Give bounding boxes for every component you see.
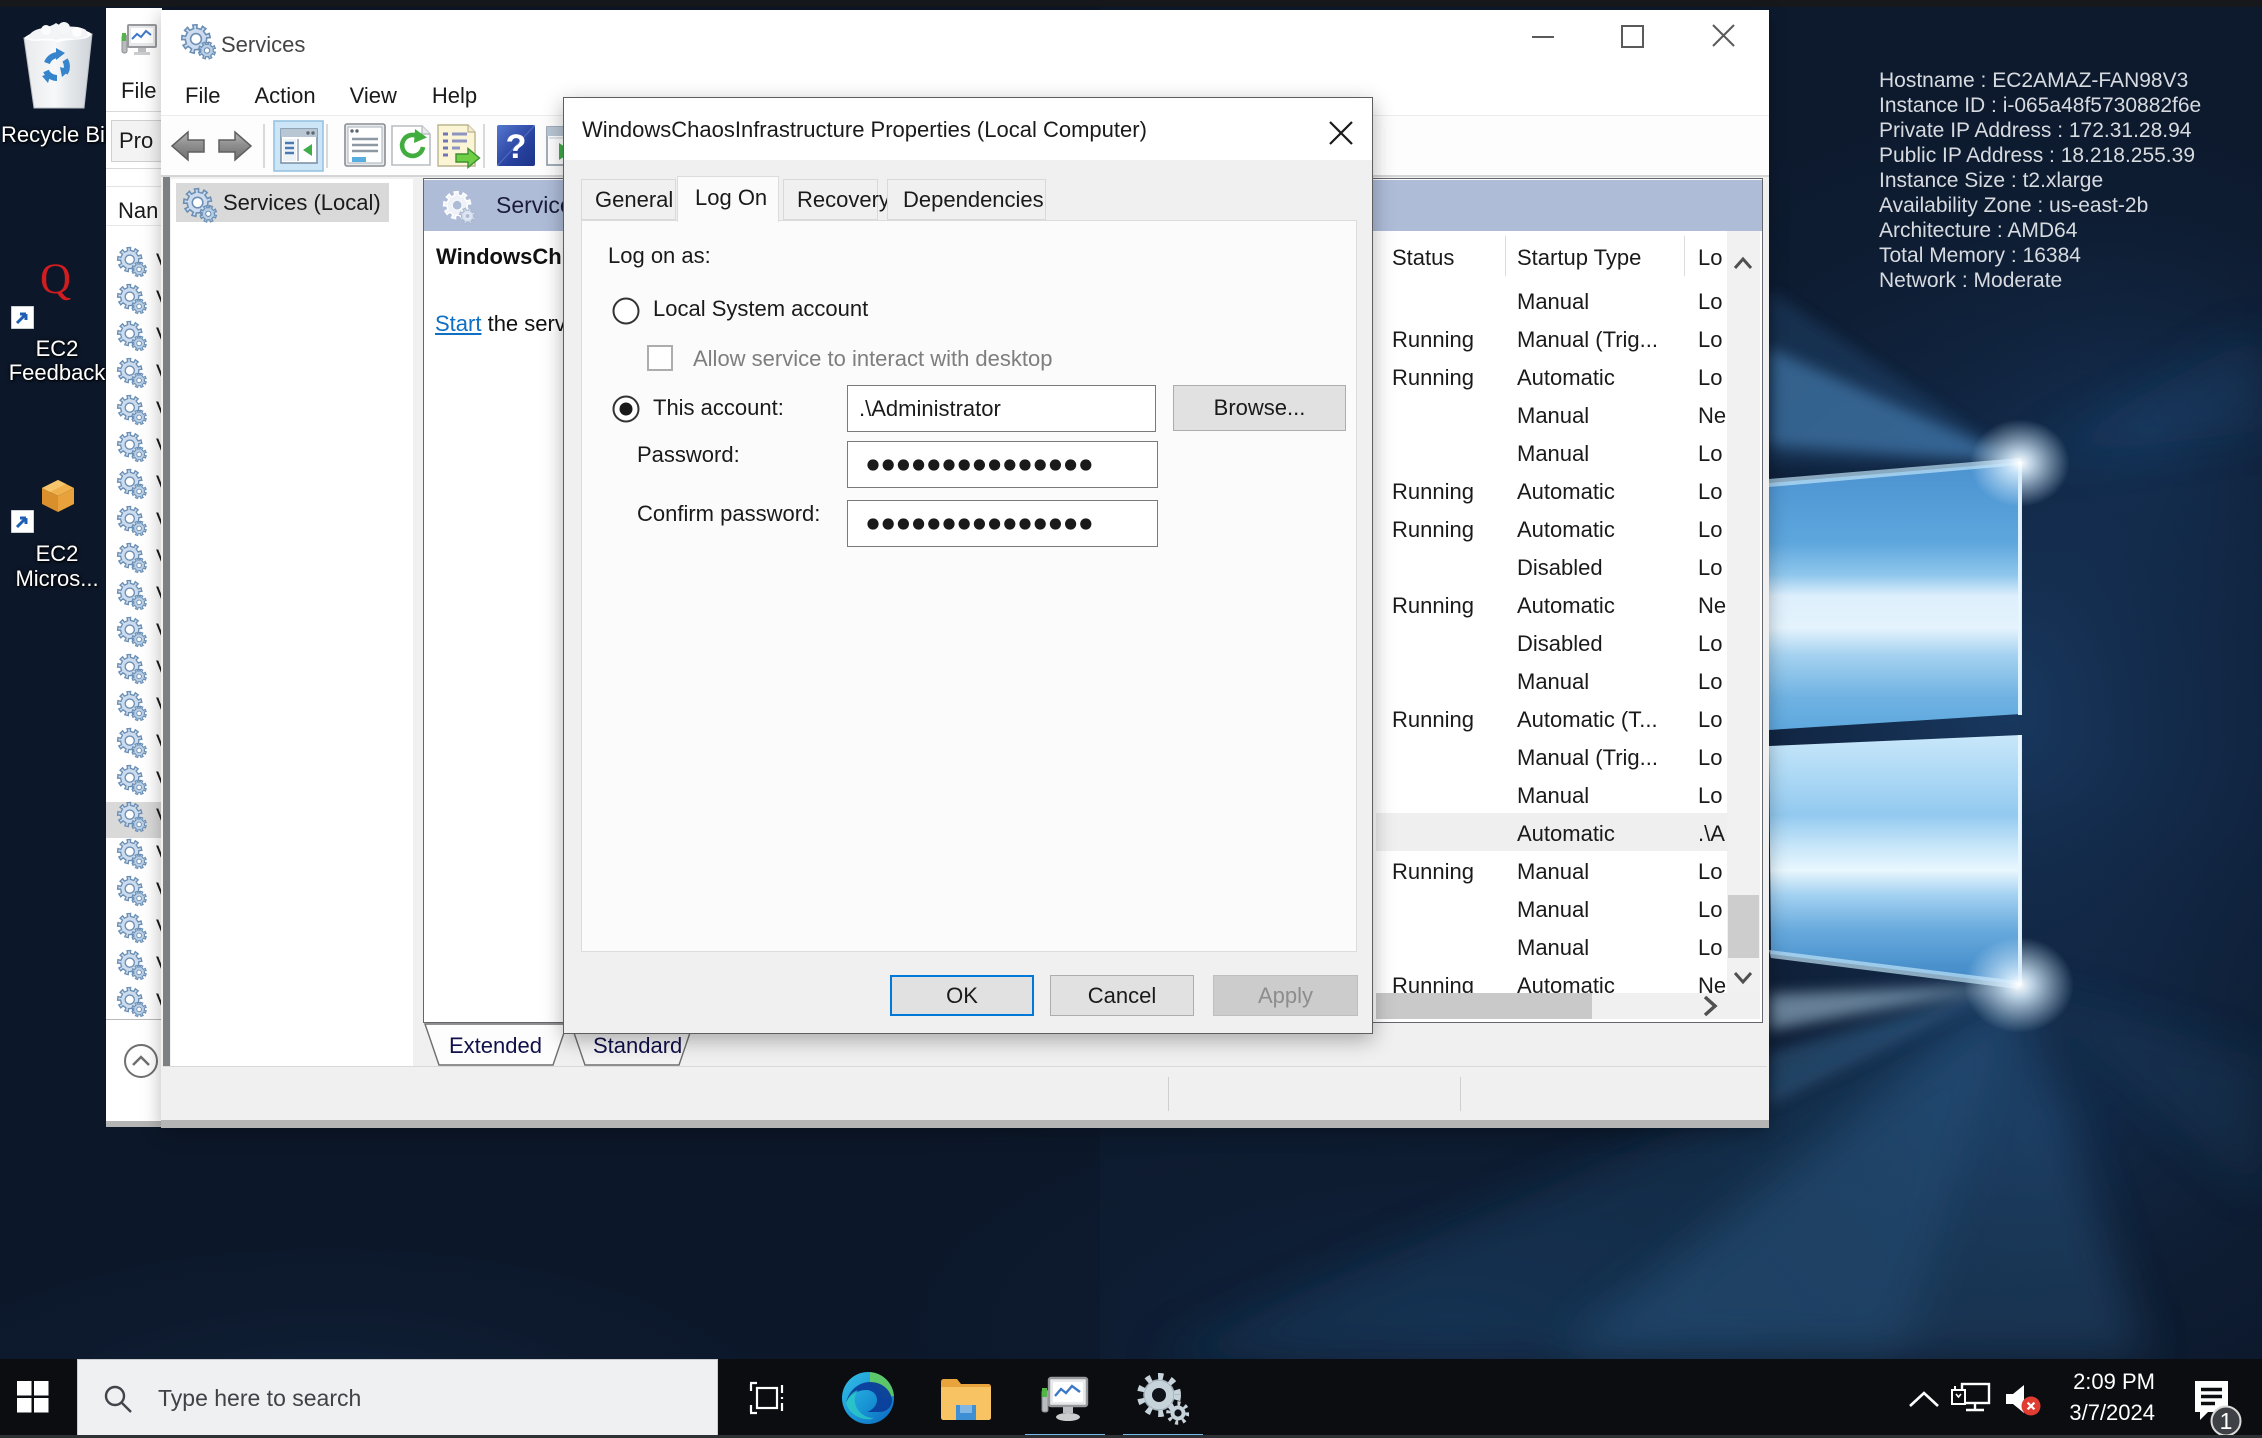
- svg-text:Standard: Standard: [593, 1033, 682, 1058]
- svg-text:1: 1: [2220, 1408, 2233, 1434]
- svg-text:Extended: Extended: [449, 1033, 542, 1058]
- svg-text:?: ?: [506, 128, 527, 166]
